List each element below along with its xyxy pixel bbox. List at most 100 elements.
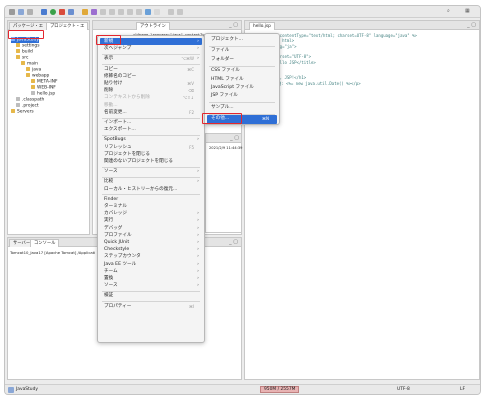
menu-item[interactable]: ターミナル [100, 203, 202, 210]
heap-status[interactable]: 950M / 2557M [260, 386, 300, 393]
menu-item[interactable]: JavaScript ファイル [207, 84, 277, 92]
menu-item[interactable]: 実行 › [100, 217, 202, 224]
tree-item[interactable]: Servers [11, 109, 34, 115]
new-icon[interactable] [9, 9, 15, 15]
menu-item[interactable]: 表示 ⌥⌘W › [100, 55, 202, 62]
perspective-icon[interactable]: ▦ [465, 8, 470, 14]
menu-item[interactable]: 置換 › [100, 275, 202, 282]
folder-icon [11, 37, 15, 41]
menu-item[interactable]: ソース › [100, 282, 202, 289]
save-icon[interactable] [18, 9, 24, 15]
tree-item-label: .project [22, 103, 39, 109]
coverage-icon[interactable] [68, 9, 74, 15]
menu-item-label: Java EE ツール [104, 261, 137, 267]
forward-icon[interactable] [136, 9, 142, 15]
menu-item[interactable]: ソース › [100, 168, 202, 175]
project-explorer-panel: パッケージ・エ プロジェクト・エ JavaStudy settings build s… [7, 20, 90, 235]
external-tools-icon[interactable] [59, 9, 65, 15]
run-icon[interactable] [50, 9, 56, 15]
menu-item[interactable]: プロジェクトを閉じる [100, 151, 202, 158]
menu-item[interactable]: Finder [100, 196, 202, 203]
status-bar: JavaStudy 950M / 2557M UTF-8 LF [5, 384, 480, 394]
tab-outline[interactable]: アウトライン [136, 22, 170, 30]
menu-item[interactable]: 修飾名のコピー [100, 73, 202, 80]
quick-access-search-icon[interactable]: ⌕ [447, 8, 450, 14]
menu-item[interactable]: カバレッジ › [100, 210, 202, 217]
menu-item[interactable]: ステップカウンタ › [100, 253, 202, 260]
menu-item-label: リフレッシュ [104, 144, 132, 150]
menu-item[interactable]: フォルダー [207, 56, 277, 64]
menu-item-label: デバッグ [104, 225, 123, 231]
menu-item-label: インポート... [104, 120, 132, 125]
outline-minimize-icon[interactable]: _ ▢ [229, 22, 238, 28]
outline-tabstrip: アウトライン _ ▢ [93, 21, 241, 30]
menu-item[interactable]: 貼り付け ⌘V [100, 80, 202, 87]
menu-item-label: ステップカウンタ [104, 254, 141, 260]
menu-item[interactable]: プロファイル › [100, 232, 202, 239]
editor-minimize-icon[interactable]: _ ▢ [467, 22, 476, 28]
menu-item[interactable]: 関連のないプロジェクトを閉じる [100, 158, 202, 165]
menu-item[interactable]: サンプル... [207, 104, 277, 112]
menu-item-label: ターミナル [104, 204, 127, 209]
server-toolbar-icon[interactable] [145, 9, 151, 15]
menu-item[interactable]: チーム › [100, 268, 202, 275]
folder-icon [16, 43, 20, 47]
menu-item[interactable]: ローカル・ヒストリーからの復元... [100, 186, 202, 193]
annotation-icon[interactable] [100, 9, 106, 15]
pin-icon[interactable] [168, 9, 174, 15]
history-icon[interactable] [177, 9, 183, 15]
search-toolbar-icon[interactable] [91, 9, 97, 15]
menu-item[interactable]: CSS ファイル [207, 67, 277, 75]
tree-item-label: build [22, 49, 33, 55]
menu-item[interactable]: エクスポート... [100, 126, 202, 133]
menu-item[interactable]: デバッグ › [100, 225, 202, 232]
menu-item[interactable]: リフレッシュ F5 [100, 144, 202, 151]
menu-item[interactable]: その他... ⌘N [207, 115, 277, 124]
menu-item[interactable]: インポート... [100, 119, 202, 126]
menu-item[interactable]: 名前変更... F2 [100, 109, 202, 116]
menu-item[interactable]: プロジェクト... [207, 36, 277, 44]
back-icon[interactable] [127, 9, 133, 15]
menu-item[interactable]: 新規 › [100, 38, 202, 46]
menu-item[interactable]: コピー ⌘C [100, 66, 202, 73]
servers-minimize-icon[interactable]: _ ▢ [230, 135, 239, 141]
open-type-icon[interactable] [82, 9, 88, 15]
menu-item[interactable]: SpotBugs › [100, 136, 202, 143]
code-text: <%@ page contentType="text/html; charset… [258, 33, 417, 38]
menu-item[interactable]: Quick JUnit › [100, 239, 202, 246]
menu-item[interactable]: 削除 ⌫ [100, 87, 202, 94]
menu-item-label: Finder [104, 196, 119, 202]
tree-item-label: settings [22, 43, 40, 49]
servers-panel: _ ▢ 2021/2/9 11:44:39 [205, 133, 242, 233]
menu-item[interactable]: 検証 [100, 292, 202, 299]
tab-project-explorer[interactable]: プロジェクト・エ [46, 22, 89, 30]
prev-edit-icon[interactable] [109, 9, 115, 15]
tab-package-explorer[interactable]: パッケージ・エ [9, 22, 47, 30]
menu-item[interactable]: 次へジャンプ › [100, 45, 202, 52]
submenu-arrow-icon: › [197, 254, 199, 260]
menu-item[interactable]: Checkstyle › [100, 246, 202, 253]
menu-shortcut: ⌥⇧↓ [182, 95, 194, 101]
tree-item-label: hello.jsp [37, 91, 56, 97]
menu-item-label: その他... [211, 116, 230, 122]
tab-console[interactable]: コンソール [30, 239, 60, 247]
servers-row[interactable]: 2021/2/9 11:44:39 [209, 146, 242, 150]
menu-shortcut: ⌘C [187, 66, 194, 72]
menu-shortcut: ⌘I [188, 303, 194, 309]
menu-item[interactable]: プロパティー ⌘I [100, 303, 202, 310]
menu-item-label: CSS ファイル [211, 68, 240, 74]
menu-item[interactable]: HTML ファイル [207, 76, 277, 84]
print-icon[interactable] [27, 9, 33, 15]
menu-item[interactable]: Java EE ツール › [100, 261, 202, 268]
menu-item[interactable]: ファイル [207, 47, 277, 55]
debug-icon[interactable] [41, 9, 47, 15]
tab-hello-jsp[interactable]: hello.jsp [249, 22, 275, 30]
next-edit-icon[interactable] [118, 9, 124, 15]
folder-icon [21, 61, 25, 65]
menu-item[interactable]: 比較 › [100, 178, 202, 185]
menu-item[interactable]: JSP ファイル [207, 92, 277, 100]
console-minimize-icon[interactable]: _ ▢ [229, 239, 238, 245]
menu-item-label: ソース [104, 169, 118, 175]
menu-item-label: チーム [104, 268, 118, 274]
misc-toolbar-icon[interactable] [154, 9, 160, 15]
